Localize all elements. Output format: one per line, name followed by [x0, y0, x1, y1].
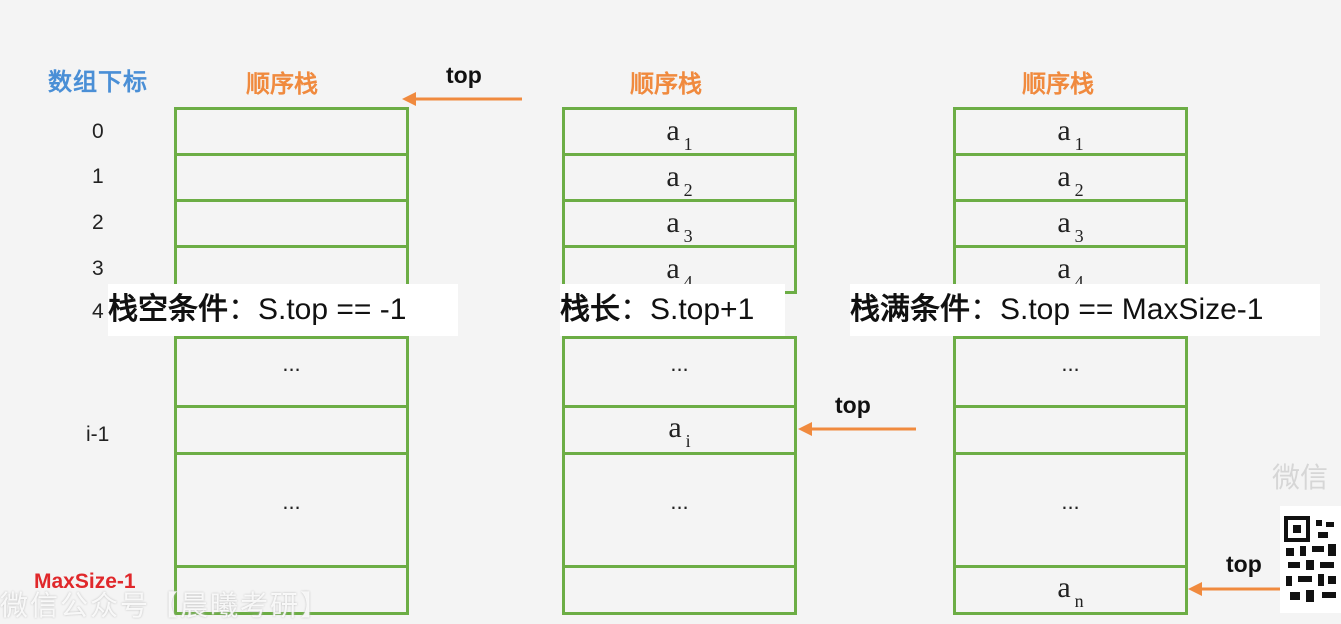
- stack-title-full: 顺序栈: [1022, 71, 1094, 98]
- ellipsis: ...: [282, 351, 301, 376]
- element-a1: a1: [666, 114, 693, 154]
- stack-partial-cell-ellipsis-2: ...: [562, 452, 797, 568]
- ellipsis: ...: [1061, 351, 1080, 376]
- empty-condition-banner: 栈空条件：S.top == -1: [108, 284, 458, 336]
- index-1: 1: [92, 165, 104, 188]
- index-0: 0: [92, 120, 104, 143]
- stack-title-empty: 顺序栈: [246, 71, 318, 98]
- stack-full-cell-ellipsis-2: ...: [953, 452, 1188, 568]
- element-a3: a3: [666, 206, 693, 246]
- stack-partial-cell-2: a3: [562, 199, 797, 248]
- stack-full-cell-1: a2: [953, 153, 1188, 202]
- empty-condition-formula: ：S.top == -1: [228, 293, 407, 326]
- stack-partial-cell-i-minus-1: ai: [562, 405, 797, 455]
- index-i-minus-1: i-1: [86, 423, 110, 446]
- element-a2: a2: [1057, 160, 1084, 200]
- stack-partial-cell-maxsize: [562, 565, 797, 615]
- element-a1: a1: [1057, 114, 1084, 154]
- stack-full-cell-2: a3: [953, 199, 1188, 248]
- stack-full-cell-ellipsis-1: ...: [953, 336, 1188, 408]
- stack-partial-cell-0: a1: [562, 107, 797, 156]
- ellipsis: ...: [670, 489, 689, 514]
- index-2: 2: [92, 211, 104, 234]
- empty-condition-title: 栈空条件: [108, 293, 228, 326]
- stack-empty-cell-i-minus-1: [174, 405, 409, 455]
- stack-full-cell-maxsize: an: [953, 565, 1188, 615]
- stack-full-cell-0: a1: [953, 107, 1188, 156]
- stack-empty-cell-0: [174, 107, 409, 156]
- top-pointer-label-empty: top: [446, 62, 482, 88]
- index-3: 3: [92, 257, 104, 280]
- top-arrow-full: [1188, 582, 1280, 596]
- full-condition-formula: ：S.top == MaxSize-1: [970, 293, 1264, 326]
- element-a2: a2: [666, 160, 693, 200]
- element-ai: ai: [668, 411, 691, 451]
- index-4: 4: [92, 300, 104, 323]
- ellipsis: ...: [1061, 489, 1080, 514]
- element-an: an: [1057, 571, 1084, 611]
- stack-empty-cell-ellipsis-2: ...: [174, 452, 409, 568]
- qr-code-icon: [1280, 506, 1341, 613]
- length-title: 栈长: [560, 293, 620, 326]
- bottom-watermark: 微信公众号【晨曦考研】: [0, 590, 331, 621]
- stack-partial-cell-ellipsis-1: ...: [562, 336, 797, 408]
- length-banner: 栈长：S.top+1: [560, 284, 785, 336]
- stack-empty-cell-ellipsis-1: ...: [174, 336, 409, 408]
- ellipsis: ...: [282, 489, 301, 514]
- ellipsis: ...: [670, 351, 689, 376]
- top-arrow-partial: [798, 422, 916, 436]
- right-watermark: 微信: [1272, 462, 1329, 493]
- stack-partial-cell-1: a2: [562, 153, 797, 202]
- top-pointer-label-full: top: [1226, 551, 1262, 577]
- full-condition-title: 栈满条件: [850, 293, 970, 326]
- stack-empty-cell-2: [174, 199, 409, 248]
- index-column-title: 数组下标: [48, 69, 148, 96]
- stack-full-cell-i-minus-1: [953, 405, 1188, 455]
- element-a3: a3: [1057, 206, 1084, 246]
- stack-empty-cell-1: [174, 153, 409, 202]
- full-condition-banner: 栈满条件：S.top == MaxSize-1: [850, 284, 1320, 336]
- top-pointer-label-partial: top: [835, 392, 871, 418]
- top-arrow-empty: [402, 92, 522, 106]
- length-formula: ：S.top+1: [620, 293, 755, 326]
- stack-title-partial: 顺序栈: [630, 71, 702, 98]
